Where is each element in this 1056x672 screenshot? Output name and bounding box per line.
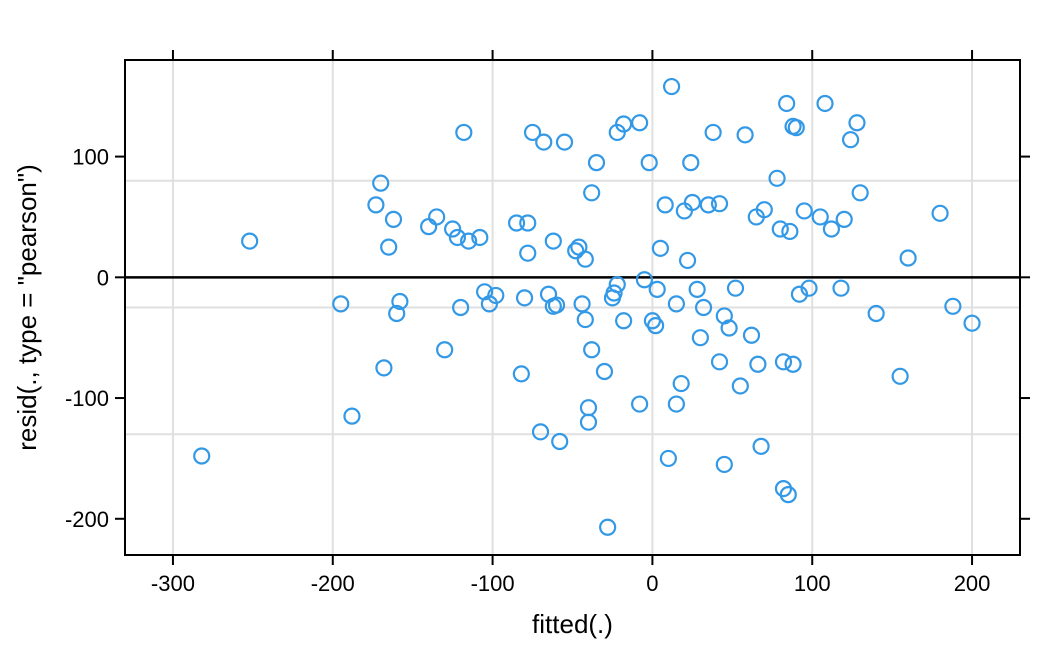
chart-svg: -300 -200 -100 0 100 200 -200 -100 0 100 fitted(.)… [0, 0, 1056, 672]
x-axis-label: fitted(.) [532, 609, 613, 639]
svg-text:0: 0 [97, 265, 109, 290]
svg-text:100: 100 [794, 571, 831, 596]
svg-text:-100: -100 [65, 386, 109, 411]
scatter-chart: -300 -200 -100 0 100 200 -200 -100 0 100 fitted(.)… [0, 0, 1056, 672]
svg-text:-100: -100 [471, 571, 515, 596]
y-axis-label: resid(., type = "pearson") [12, 164, 42, 451]
svg-text:0: 0 [646, 571, 658, 596]
svg-text:-200: -200 [65, 507, 109, 532]
svg-text:-300: -300 [151, 571, 195, 596]
svg-text:-200: -200 [311, 571, 355, 596]
svg-text:200: 200 [954, 571, 991, 596]
svg-text:100: 100 [72, 145, 109, 170]
